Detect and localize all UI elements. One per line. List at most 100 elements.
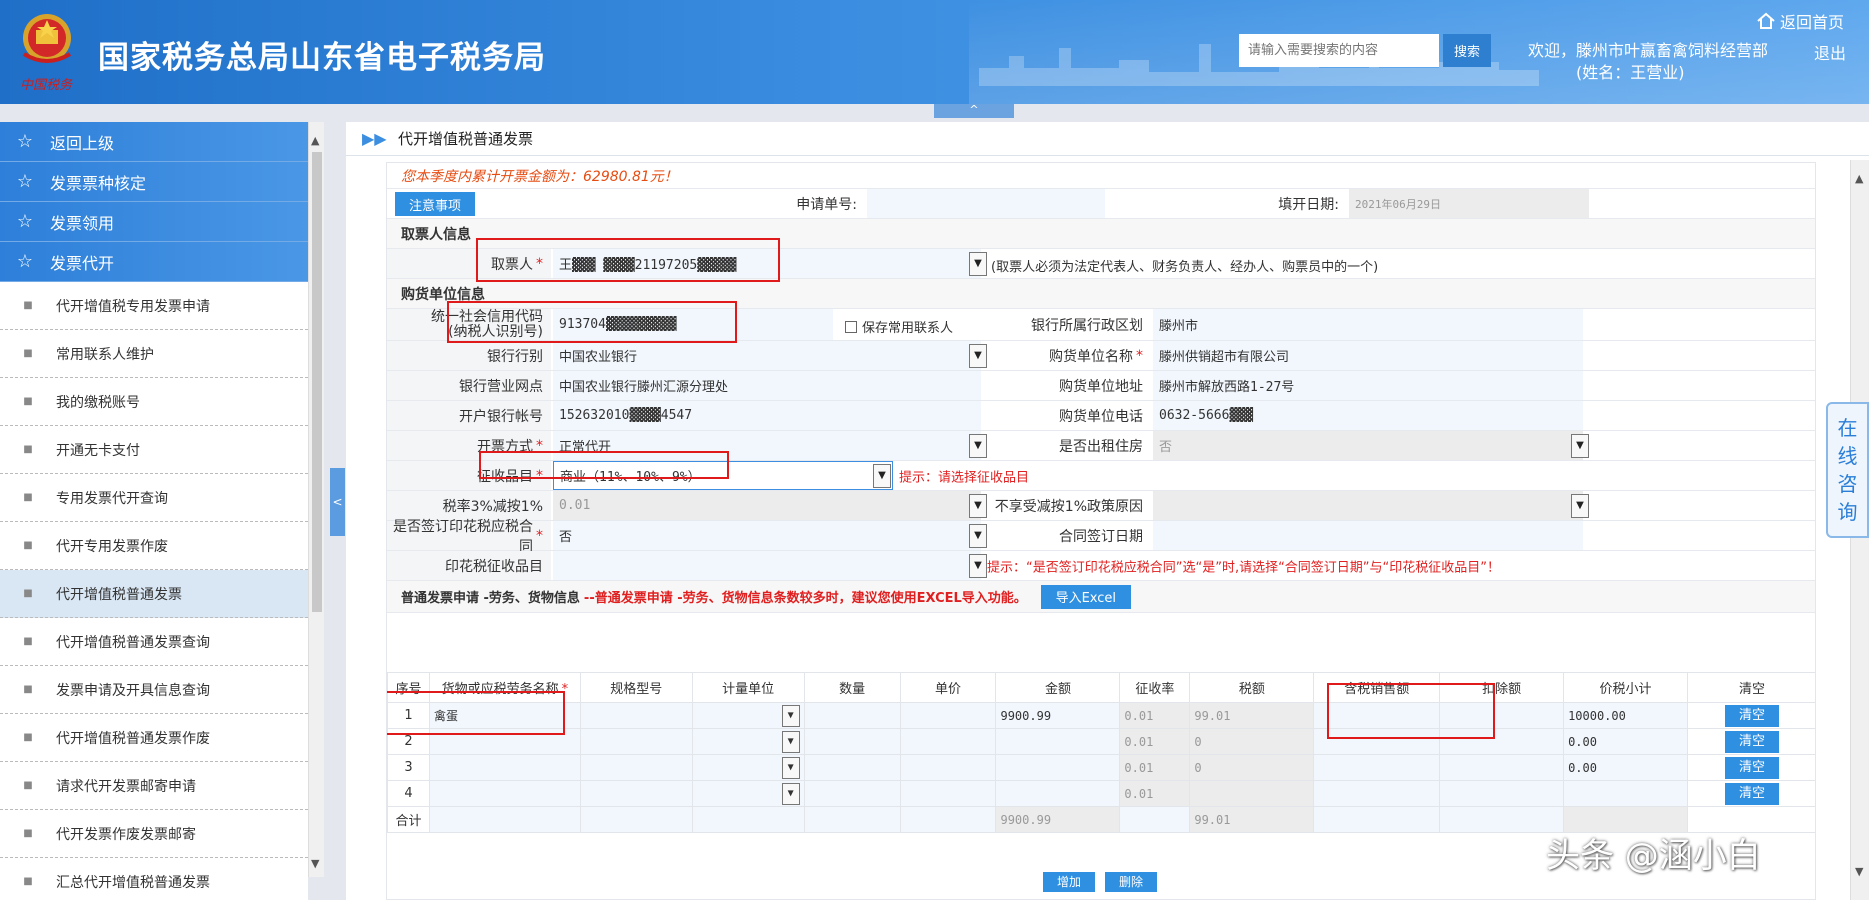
sidebar-subitem[interactable]: ■ 代开专用发票作废: [0, 522, 308, 570]
chevron-down-icon[interactable]: ▼: [873, 464, 891, 488]
chevron-down-icon[interactable]: ▼: [969, 344, 987, 368]
subtotal-field[interactable]: 0.00: [1563, 754, 1688, 781]
clear-button[interactable]: 清空: [1725, 756, 1779, 779]
sidebar-subitem[interactable]: ■ 常用联系人维护: [0, 330, 308, 378]
amount-field[interactable]: [995, 728, 1121, 755]
sidebar-subitem[interactable]: ■ 开通无卡支付: [0, 426, 308, 474]
header-collapse-button[interactable]: ^: [934, 104, 1014, 118]
goods-name-field[interactable]: 禽蛋: [428, 702, 581, 729]
sidebar-scrollbar[interactable]: ▲ ▼: [308, 122, 324, 877]
sidebar-subitem[interactable]: ■ 代开增值税专用发票申请: [0, 282, 308, 330]
tax-incl-sales-field[interactable]: [1313, 702, 1441, 729]
tax-incl-sales-field[interactable]: [1313, 780, 1441, 807]
chevron-down-icon[interactable]: ▼: [969, 524, 987, 548]
sidebar-item-invoice-issue[interactable]: ☆ 发票代开: [0, 242, 308, 282]
sidebar-item-invoice-collect[interactable]: ☆ 发票领用: [0, 202, 308, 242]
sidebar-toggle-button[interactable]: <: [330, 468, 345, 536]
goods-name-field[interactable]: [428, 728, 581, 755]
no-reduce-reason-select[interactable]: [1153, 491, 1583, 520]
spec-field[interactable]: [579, 728, 693, 755]
deduction-field[interactable]: [1439, 754, 1565, 781]
sidebar-subitem[interactable]: ■ 代开增值税普通发票查询: [0, 618, 308, 666]
sidebar-subitem[interactable]: ■ 发票申请及开具信息查询: [0, 666, 308, 714]
goods-name-field[interactable]: [428, 754, 581, 781]
checkbox-icon[interactable]: [845, 320, 857, 333]
amount-field[interactable]: [995, 780, 1121, 807]
sidebar-item-invoice-approval[interactable]: ☆ 发票票种核定: [0, 162, 308, 202]
collector-select[interactable]: 王▓▓▓ ▓▓▓▓21197205▓▓▓▓▓: [553, 249, 981, 278]
rate-reduce-select[interactable]: 0.01: [553, 491, 981, 520]
scroll-up-icon[interactable]: ▲: [1855, 172, 1863, 185]
tax-item-select[interactable]: 商业（11%、10%、9%）: [553, 461, 893, 490]
add-row-button[interactable]: 增加: [1043, 872, 1095, 892]
unit-select[interactable]: ▼: [691, 702, 805, 729]
delete-row-button[interactable]: 删除: [1105, 872, 1157, 892]
deduction-field[interactable]: [1439, 702, 1565, 729]
unit-price-field[interactable]: [899, 702, 997, 729]
chevron-down-icon[interactable]: ▼: [781, 783, 800, 805]
amount-field[interactable]: 9900.99: [995, 702, 1121, 729]
deduction-field[interactable]: [1439, 728, 1565, 755]
quantity-field[interactable]: [803, 780, 901, 807]
sidebar-item-back[interactable]: ☆ 返回上级: [0, 122, 308, 162]
unit-select[interactable]: ▼: [691, 754, 805, 781]
chevron-down-icon[interactable]: ▼: [781, 705, 800, 727]
home-link[interactable]: 返回首页: [1756, 9, 1844, 33]
sidebar-subitem[interactable]: ■ 请求代开发票邮寄申请: [0, 762, 308, 810]
scroll-down-icon[interactable]: ▼: [311, 857, 319, 870]
quantity-field[interactable]: [803, 754, 901, 781]
deduction-field[interactable]: [1439, 780, 1565, 807]
bank-account-field[interactable]: 152632010▓▓▓▓4547: [553, 401, 981, 430]
bank-branch-field[interactable]: 中国农业银行滕州汇源分理处: [553, 371, 981, 400]
buyer-name-field[interactable]: 滕州供销超市有限公司: [1153, 341, 1583, 370]
save-contact-checkbox[interactable]: 保存常用联系人: [845, 317, 953, 336]
bank-type-select[interactable]: 中国农业银行: [553, 341, 981, 370]
issue-mode-select[interactable]: 正常代开: [553, 431, 981, 460]
chevron-down-icon[interactable]: ▼: [781, 731, 800, 753]
sidebar-subitem[interactable]: ■ 汇总代开增值税普通发票: [0, 858, 308, 900]
unit-price-field[interactable]: [899, 728, 997, 755]
scrollbar-thumb[interactable]: [312, 152, 322, 612]
chevron-down-icon[interactable]: ▼: [969, 494, 987, 518]
unit-select[interactable]: ▼: [691, 728, 805, 755]
spec-field[interactable]: [579, 780, 693, 807]
clear-button[interactable]: 清空: [1725, 782, 1779, 805]
buyer-address-field[interactable]: 滕州市解放西路1-27号: [1153, 371, 1583, 400]
logout-link[interactable]: 退出: [1814, 40, 1846, 64]
chevron-down-icon[interactable]: ▼: [1571, 494, 1589, 518]
tax-incl-sales-field[interactable]: [1313, 728, 1441, 755]
sidebar-subitem[interactable]: ■ 代开增值税普通发票作废: [0, 714, 308, 762]
online-consult-tab[interactable]: 在线咨询: [1826, 402, 1869, 538]
scroll-up-icon[interactable]: ▲: [311, 134, 319, 147]
search-input[interactable]: [1239, 34, 1439, 67]
chevron-down-icon[interactable]: ▼: [969, 554, 987, 578]
amount-field[interactable]: [995, 754, 1121, 781]
scroll-down-icon[interactable]: ▼: [1855, 865, 1863, 878]
unit-select[interactable]: ▼: [691, 780, 805, 807]
stamp-contract-select[interactable]: 否: [553, 521, 981, 550]
rental-select[interactable]: 否: [1153, 431, 1583, 460]
tax-incl-sales-field[interactable]: [1313, 754, 1441, 781]
clear-button[interactable]: 清空: [1725, 704, 1779, 727]
spec-field[interactable]: [579, 754, 693, 781]
sidebar-subitem-active[interactable]: ■ 代开增值税普通发票: [0, 570, 308, 618]
chevron-down-icon[interactable]: ▼: [781, 757, 800, 779]
unit-price-field[interactable]: [899, 754, 997, 781]
tab-title[interactable]: 代开增值税普通发票: [398, 128, 533, 149]
sidebar-subitem[interactable]: ■ 我的缴税账号: [0, 378, 308, 426]
import-excel-button[interactable]: 导入Excel: [1040, 584, 1131, 609]
contract-date-field[interactable]: [1153, 521, 1583, 550]
clear-button[interactable]: 清空: [1725, 730, 1779, 753]
subtotal-field[interactable]: 0.00: [1563, 728, 1688, 755]
subtotal-field[interactable]: [1563, 780, 1688, 807]
quantity-field[interactable]: [803, 728, 901, 755]
chevron-down-icon[interactable]: ▼: [969, 434, 987, 458]
stamp-item-select[interactable]: [553, 551, 981, 580]
spec-field[interactable]: [579, 702, 693, 729]
chevron-down-icon[interactable]: ▼: [1571, 434, 1589, 458]
quantity-field[interactable]: [803, 702, 901, 729]
goods-name-field[interactable]: [428, 780, 581, 807]
sidebar-subitem[interactable]: ■ 代开发票作废发票邮寄: [0, 810, 308, 858]
bank-region-field[interactable]: 滕州市: [1153, 309, 1583, 340]
subtotal-field[interactable]: 10000.00: [1563, 702, 1688, 729]
